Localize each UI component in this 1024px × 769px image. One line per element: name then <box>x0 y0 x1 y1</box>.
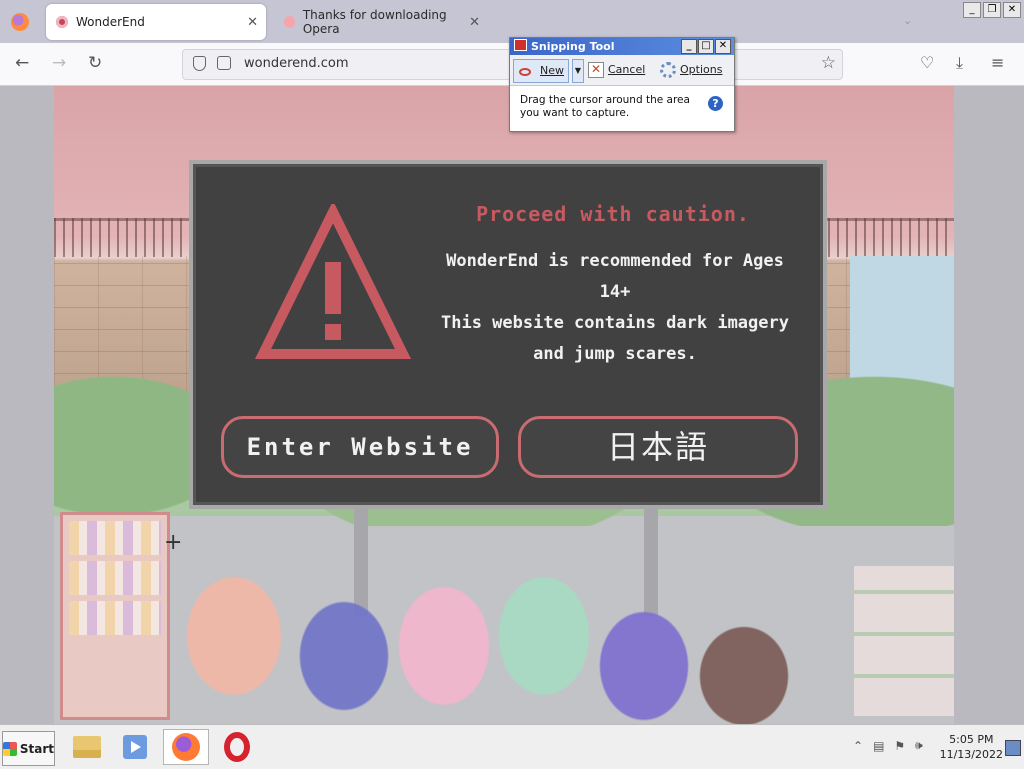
tab-opera[interactable]: Thanks for downloading Opera ✕ <box>274 4 488 40</box>
close-tab-icon[interactable]: ✕ <box>469 15 480 30</box>
cancel-icon: ✕ <box>588 62 604 78</box>
window-title: Snipping Tool <box>531 40 615 53</box>
gacha-machines <box>854 566 954 716</box>
japanese-language-button[interactable]: 日本語 <box>518 416 798 478</box>
new-snip-button[interactable]: New <box>513 59 569 83</box>
tab-wonderend[interactable]: WonderEnd ✕ <box>46 4 266 40</box>
close-tab-icon[interactable]: ✕ <box>247 15 258 30</box>
cancel-label: Cancel <box>608 63 646 76</box>
taskbar-file-explorer[interactable] <box>64 729 110 765</box>
bookmark-star-icon[interactable]: ☆ <box>821 53 836 73</box>
web-page: Proceed with caution. WonderEnd is recom… <box>0 86 1024 724</box>
message-line: This website contains dark imagery <box>441 313 789 333</box>
snipping-toolbar: New ▼ ✕ Cancel Options <box>510 55 734 86</box>
windows-logo-icon <box>3 741 17 756</box>
opera-icon <box>224 732 250 762</box>
taskbar-media-player[interactable] <box>112 729 158 765</box>
media-player-icon <box>123 735 147 759</box>
scissors-icon <box>518 63 536 79</box>
firefox-icon <box>11 13 29 31</box>
snipping-tool-icon <box>514 39 527 51</box>
close-icon[interactable]: ✕ <box>715 39 731 54</box>
url-text[interactable]: wonderend.com <box>244 56 349 71</box>
help-icon[interactable]: ? <box>708 96 723 111</box>
message-line: 14+ <box>599 282 631 302</box>
firefox-icon <box>172 733 200 761</box>
start-button[interactable]: Start <box>2 731 55 766</box>
message-line: and jump scares. <box>533 344 697 364</box>
taskbar: Start ⌃ ▤ ⚑ 🕪 5:05 PM 11/13/2022 <box>0 724 1024 769</box>
restore-icon[interactable]: ❐ <box>983 2 1001 18</box>
dialog-message: WonderEnd is recommended for Ages 14+ Th… <box>425 246 805 370</box>
warning-triangle-icon <box>254 204 412 359</box>
crosshair-cursor-icon: + <box>164 530 183 555</box>
cancel-button[interactable]: ✕ Cancel <box>588 59 645 81</box>
dialog-title: Proceed with caution. <box>476 202 750 226</box>
enter-website-button[interactable]: Enter Website <box>221 416 499 478</box>
vending-machine <box>60 512 170 720</box>
new-label: New <box>540 64 564 77</box>
taskbar-opera[interactable] <box>214 729 260 765</box>
minimize-icon[interactable]: _ <box>681 39 697 54</box>
anime-characters <box>174 566 854 724</box>
taskbar-firefox[interactable] <box>163 729 209 765</box>
back-icon[interactable]: ← <box>15 53 29 73</box>
forward-icon[interactable]: → <box>52 53 66 73</box>
show-hidden-icons-chevron-icon[interactable]: ⌃ <box>853 739 863 753</box>
dropdown-arrow-icon: ▼ <box>574 66 582 75</box>
snipping-tool-window: Snipping Tool _ □ ✕ New ▼ ✕ Cancel Optio… <box>509 37 735 132</box>
system-tray: ⌃ ▤ ⚑ 🕪 <box>853 738 923 753</box>
folder-icon <box>73 736 101 758</box>
menu-icon[interactable]: ≡ <box>991 53 1004 72</box>
window-controls: _ ❐ ✕ <box>963 2 1021 18</box>
message-line: WonderEnd is recommended for Ages <box>446 251 784 271</box>
snip-mode-dropdown[interactable]: ▼ <box>572 59 584 83</box>
age-warning-dialog: Proceed with caution. WonderEnd is recom… <box>189 160 827 509</box>
minimize-icon[interactable]: _ <box>963 2 981 18</box>
clock-time: 5:05 PM <box>949 733 994 746</box>
tab-title: Thanks for downloading Opera <box>302 8 447 36</box>
tab-title: WonderEnd <box>76 15 145 29</box>
maximize-icon[interactable]: □ <box>698 39 714 54</box>
window-controls: _ □ ✕ <box>681 39 731 54</box>
snipping-tool-titlebar[interactable]: Snipping Tool _ □ ✕ <box>510 38 734 55</box>
opera-favicon-icon <box>284 16 295 28</box>
close-window-icon[interactable]: ✕ <box>1003 2 1021 18</box>
shield-icon[interactable] <box>193 56 206 71</box>
network-icon[interactable]: ▤ <box>873 739 884 753</box>
clock-date: 11/13/2022 <box>939 748 1003 761</box>
clock[interactable]: 5:05 PM 11/13/2022 <box>940 732 1003 762</box>
download-icon[interactable]: ⤓ <box>956 53 963 73</box>
start-label: Start <box>19 741 54 756</box>
gear-icon <box>660 62 676 78</box>
reload-icon[interactable]: ↻ <box>88 53 102 73</box>
pocket-icon[interactable]: ♡ <box>920 53 934 72</box>
snip-instructions: Drag the cursor around the area you want… <box>520 94 690 119</box>
options-button[interactable]: Options <box>660 59 722 81</box>
tab-list-chevron-icon[interactable]: ⌄ <box>903 14 912 27</box>
options-label: Options <box>680 63 723 76</box>
show-desktop-icon[interactable] <box>1005 740 1021 756</box>
volume-icon[interactable]: 🕪 <box>915 738 923 753</box>
lock-icon[interactable] <box>217 56 231 70</box>
wonderend-favicon-icon <box>56 16 68 28</box>
action-center-icon[interactable]: ⚑ <box>894 739 905 753</box>
